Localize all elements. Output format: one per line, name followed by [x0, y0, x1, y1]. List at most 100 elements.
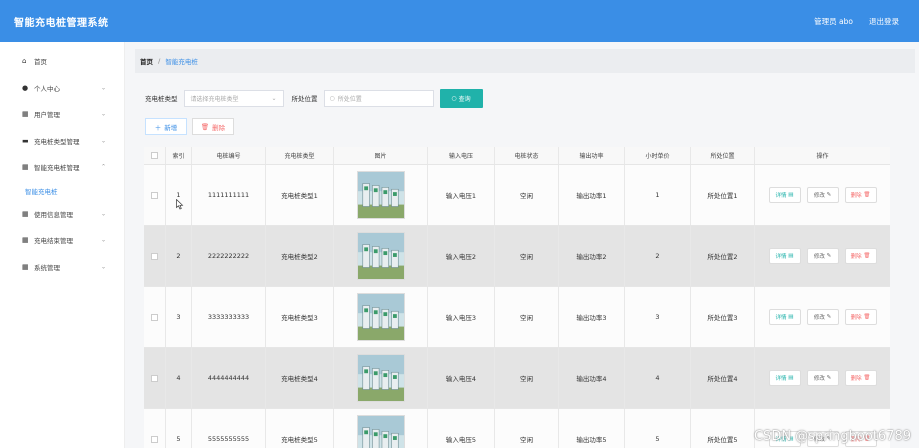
sidebar-item-usage-info[interactable]: ▦ 使用信息管理 ⌄ [0, 201, 124, 228]
cell-index: 5 [176, 435, 181, 443]
location-input[interactable]: ○ 所处位置 [323, 89, 434, 107]
cell-type: 充电桩类型3 [281, 314, 318, 322]
charging-station-photo-icon [356, 171, 405, 219]
table-cell: 空闲 [495, 165, 559, 225]
table-cell: 输出功率4 [559, 348, 625, 408]
row-operations: 详情 ▤ 修改 ✎ 删除 🗑 [768, 187, 877, 203]
table-cell[interactable] [144, 165, 166, 225]
delete-button[interactable]: 删除 🗑 [844, 370, 877, 386]
row-checkbox[interactable] [151, 191, 158, 199]
header-location: 所处位置 [691, 147, 755, 164]
cell-location: 所处位置4 [707, 375, 738, 383]
edit-button[interactable]: 修改 ✎ [806, 309, 839, 325]
edit-button[interactable]: 修改 ✎ [806, 370, 839, 386]
charging-station-photo-icon [356, 232, 405, 280]
row-checkbox[interactable] [151, 313, 158, 321]
breadcrumb-home[interactable]: 首页 [140, 56, 153, 66]
add-button[interactable]: ＋ 新增 [145, 118, 187, 135]
watermark: CSDN @springboot6789 [753, 429, 911, 444]
sidebar-subitem-smart-station[interactable]: 智能充电桩 [0, 181, 124, 201]
table-cell [334, 226, 428, 286]
table-cell: 输出功率3 [559, 287, 625, 347]
table-cell: 所处位置2 [691, 226, 755, 286]
cell-voltage: 输入电压1 [445, 192, 477, 200]
detail-button[interactable]: 详情 ▤ [768, 248, 801, 264]
table-cell[interactable] [144, 348, 166, 408]
edit-button[interactable]: 修改 ✎ [806, 248, 839, 264]
table-cell: 4 [166, 348, 192, 408]
row-checkbox[interactable] [151, 374, 158, 382]
type-label: 充电桩类型 [145, 95, 178, 103]
trash-icon: 🗑 [863, 192, 871, 198]
cell-location: 所处位置3 [707, 314, 738, 322]
cell-location: 所处位置5 [707, 436, 738, 444]
row-checkbox[interactable] [151, 435, 158, 443]
detail-button[interactable]: 详情 ▤ [768, 309, 801, 325]
header-status: 电桩状态 [495, 147, 559, 164]
table-cell: 输入电压2 [428, 226, 495, 286]
cell-power: 输出功率1 [576, 192, 607, 200]
detail-icon: ▤ [788, 253, 794, 259]
plus-icon: ＋ [154, 123, 162, 132]
cell-power: 输出功率3 [576, 314, 607, 322]
sidebar-item-system[interactable]: ▦ 系统管理 ⌄ [0, 254, 124, 281]
chevron-up-icon: ⌃ [100, 163, 106, 171]
cell-code: 4444444444 [207, 374, 250, 382]
table-row: 4 4444444444 充电桩类型4 输入电压4 空闲 输出功率4 4 所处位置4 详情 ▤ 修… [144, 348, 890, 409]
detail-button[interactable]: 详情 ▤ [768, 187, 801, 203]
cell-location: 所处位置1 [707, 192, 738, 200]
cell-power: 输出功率2 [576, 253, 607, 261]
delete-button[interactable]: 删除 🗑 [844, 309, 877, 325]
table-cell: 所处位置3 [691, 287, 755, 347]
sidebar-item-station-types[interactable]: ▬ 充电桩类型管理 ⌄ [0, 128, 124, 155]
table-cell: 输入电压4 [428, 348, 495, 408]
sidebar-item-home[interactable]: ⌂ 首页 [0, 48, 124, 75]
cell-voltage: 输入电压4 [445, 375, 477, 383]
cell-status: 空闲 [520, 375, 533, 383]
detail-icon: ▤ [788, 314, 794, 320]
select-all-checkbox[interactable] [151, 152, 158, 159]
table-cell: 5 [166, 409, 192, 448]
table-cell[interactable] [144, 287, 166, 347]
table-cell: 空闲 [495, 287, 559, 347]
cell-code: 1111111111 [207, 191, 250, 199]
sidebar: ⌂ 首页 ● 个人中心 ⌄ ▦ 用户管理 ⌄ ▬ 充电桩类型管理 ⌄ ▦ 智能充电桩管理 ⌃ 智能… [0, 42, 125, 448]
delete-button[interactable]: 删除 🗑 [844, 248, 877, 264]
cell-price: 4 [655, 374, 660, 382]
table-cell: 空闲 [495, 409, 559, 448]
sidebar-item-smart-stations[interactable]: ▦ 智能充电桩管理 ⌃ [0, 154, 124, 181]
table-cell[interactable] [144, 226, 166, 286]
cell-type: 充电桩类型2 [281, 253, 318, 261]
sidebar-item-profile[interactable]: ● 个人中心 ⌄ [0, 75, 124, 102]
station-table: 索引 电桩编号 充电桩类型 图片 输入电压 电桩状态 输出功率 小时单价 所处位… [144, 147, 890, 448]
card-icon: ▬ [22, 136, 29, 145]
user-icon: ● [22, 83, 29, 92]
logout-link[interactable]: 退出登录 [869, 16, 899, 27]
mouse-cursor-icon [176, 199, 184, 210]
table-cell: 1 [166, 165, 192, 225]
table-cell: 输出功率5 [559, 409, 625, 448]
sidebar-item-users[interactable]: ▦ 用户管理 ⌄ [0, 101, 124, 128]
table-cell: 详情 ▤ 修改 ✎ 删除 🗑 [755, 287, 890, 347]
edit-button[interactable]: 修改 ✎ [806, 187, 839, 203]
detail-button[interactable]: 详情 ▤ [768, 370, 801, 386]
charging-station-photo-icon [356, 354, 405, 402]
table-body: 1 1111111111 充电桩类型1 输入电压1 空闲 输出功率1 1 所处位置1 详情 ▤ 修… [144, 165, 890, 448]
batch-delete-button[interactable]: 🗑 删除 [192, 118, 234, 135]
sidebar-item-charge-end[interactable]: ▦ 充电结束管理 ⌄ [0, 227, 124, 254]
type-select[interactable]: 请选择充电桩类型 ⌄ [183, 89, 284, 107]
search-icon: ○ [451, 94, 457, 102]
table-header-row: 索引 电桩编号 充电桩类型 图片 输入电压 电桩状态 输出功率 小时单价 所处位… [144, 147, 890, 165]
table-cell: 充电桩类型3 [266, 287, 334, 347]
cell-location: 所处位置2 [707, 253, 738, 261]
header-type: 充电桩类型 [266, 147, 334, 164]
delete-button[interactable]: 删除 🗑 [844, 187, 877, 203]
cell-status: 空闲 [520, 192, 533, 200]
select-all-cell[interactable] [144, 147, 166, 164]
table-cell[interactable] [144, 409, 166, 448]
header-voltage: 输入电压 [428, 147, 495, 164]
header-price: 小时单价 [625, 147, 691, 164]
chevron-down-icon: ⌄ [100, 110, 106, 118]
row-checkbox[interactable] [151, 252, 158, 260]
query-button[interactable]: ○ 查询 [439, 88, 483, 108]
